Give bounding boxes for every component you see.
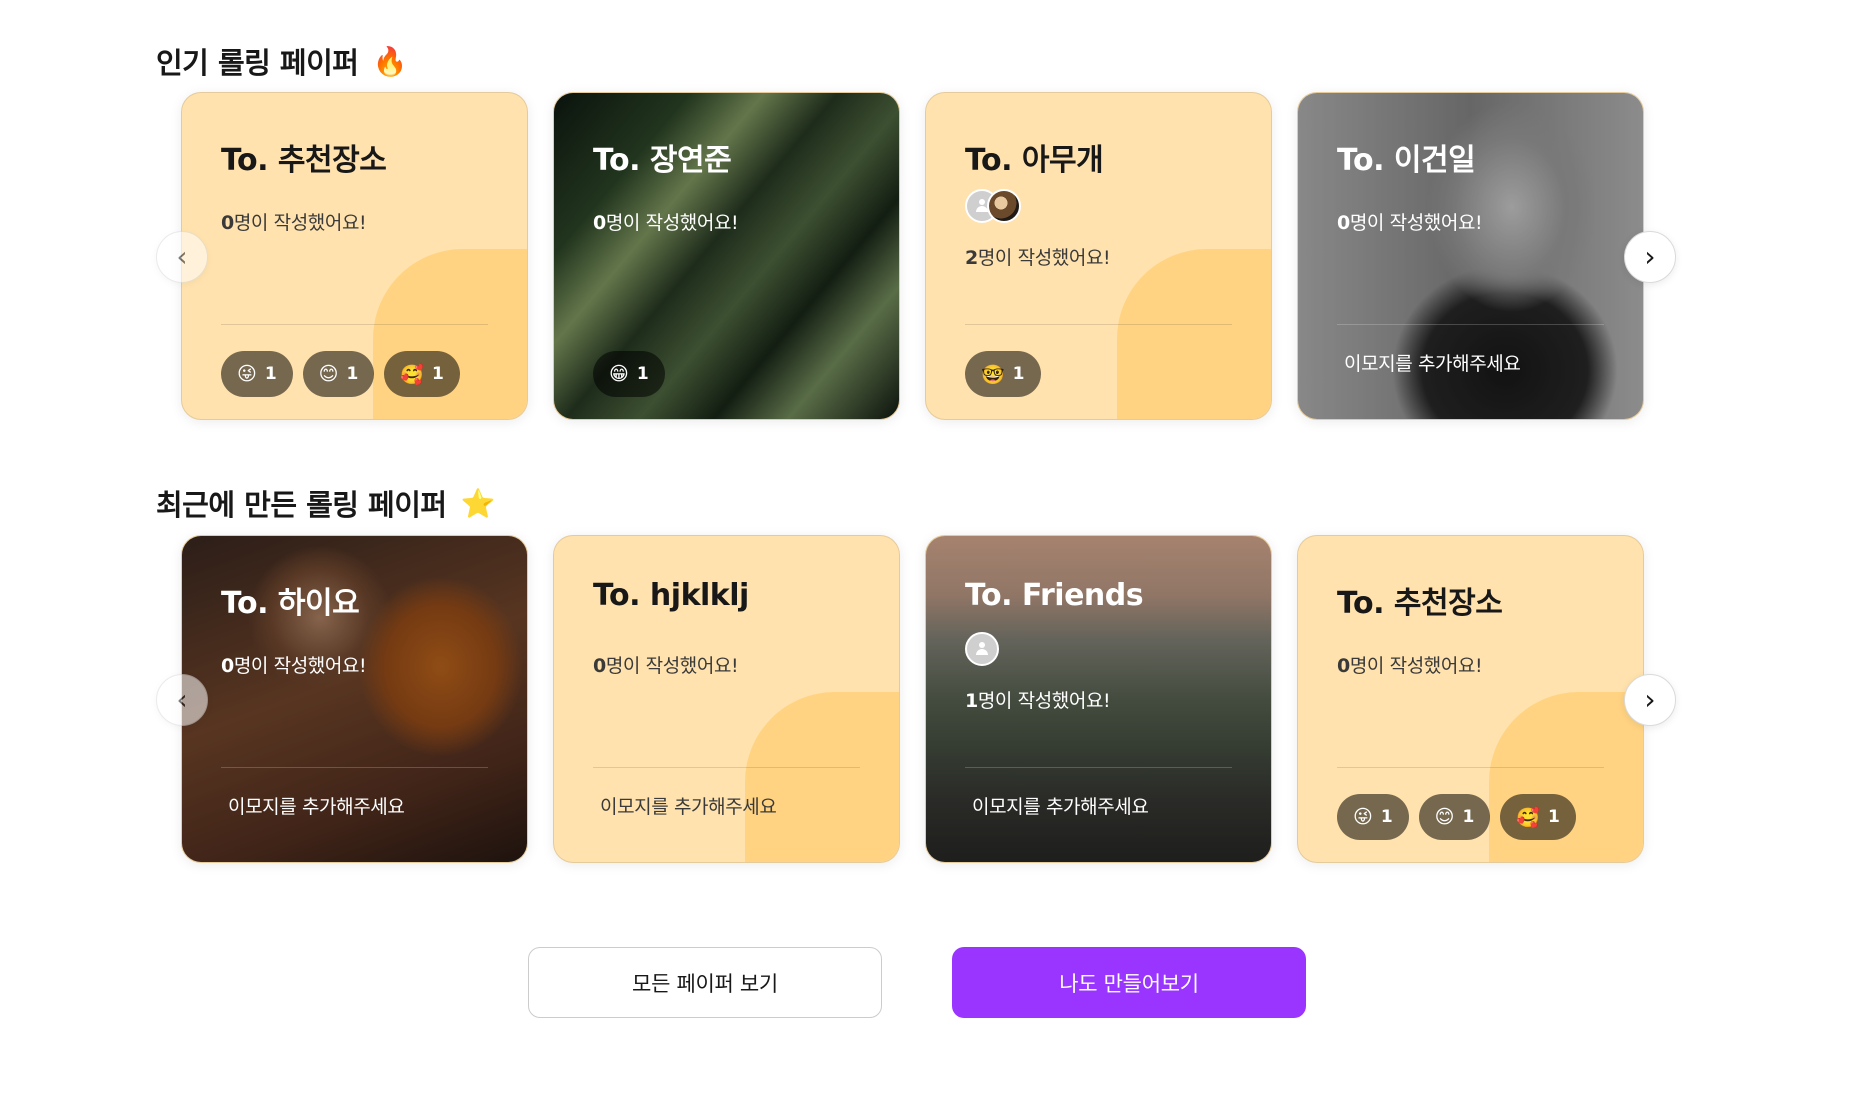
card-recipient: To. 추천장소 xyxy=(221,143,387,178)
recent-title-text: 최근에 만든 롤링 페이퍼 xyxy=(156,488,447,522)
reaction-badge: 😜 1 xyxy=(1337,794,1409,840)
paper-card[interactable]: To. 장연준 0명이 작성했어요! 😁 1 xyxy=(553,92,900,420)
emoji-icon: 😜 xyxy=(1353,806,1373,828)
paper-card[interactable]: To. Friends 1명이 작성했어요! 이모지를 추가해주세요 xyxy=(925,535,1272,863)
writer-count: 0명이 작성했어요! xyxy=(1337,655,1483,677)
chevron-right-icon: › xyxy=(1644,240,1656,273)
paper-card[interactable]: To. 추천장소 0명이 작성했어요! 😜 1 😊 1 🥰 1 xyxy=(181,92,528,420)
card-recipient: To. 하이요 xyxy=(221,586,360,621)
person-icon xyxy=(975,642,989,656)
chevron-right-icon: › xyxy=(1644,683,1656,716)
card-recipient: To. hjklklj xyxy=(593,578,749,613)
card-recipient: To. 추천장소 xyxy=(1337,586,1503,621)
writer-count: 0명이 작성했어요! xyxy=(221,212,367,234)
star-icon: ⭐ xyxy=(460,486,496,520)
card-recipient: To. 아무개 xyxy=(965,143,1104,178)
emoji-icon: 🥰 xyxy=(1516,806,1540,829)
popular-title-text: 인기 롤링 페이퍼 xyxy=(156,46,359,80)
recent-section-title: 최근에 만든 롤링 페이퍼 ⭐ xyxy=(156,482,495,524)
emoji-icon: 🥰 xyxy=(400,363,424,386)
card-divider xyxy=(593,767,860,768)
reaction-badge: 😜 1 xyxy=(221,351,293,397)
carousel-prev-button[interactable]: ‹ xyxy=(156,231,208,283)
popular-section-title: 인기 롤링 페이퍼 🔥 xyxy=(156,40,407,82)
avatar xyxy=(965,632,999,666)
writer-count: 0명이 작성했어요! xyxy=(593,655,739,677)
fire-icon: 🔥 xyxy=(372,44,407,78)
add-emoji-hint: 이모지를 추가해주세요 xyxy=(600,796,777,818)
card-divider xyxy=(965,767,1232,768)
writer-count: 1명이 작성했어요! xyxy=(965,690,1111,712)
reaction-badge: 😁 1 xyxy=(593,351,665,397)
reaction-list: 😁 1 xyxy=(593,351,665,397)
writer-count: 0명이 작성했어요! xyxy=(221,655,367,677)
reaction-badge: 🥰 1 xyxy=(1500,794,1576,840)
person-icon xyxy=(975,199,989,213)
card-divider xyxy=(1337,767,1604,768)
emoji-icon: 😁 xyxy=(609,363,629,385)
add-emoji-hint: 이모지를 추가해주세요 xyxy=(972,796,1149,818)
paper-card[interactable]: To. hjklklj 0명이 작성했어요! 이모지를 추가해주세요 xyxy=(553,535,900,863)
paper-card[interactable]: To. 하이요 0명이 작성했어요! 이모지를 추가해주세요 xyxy=(181,535,528,863)
popular-carousel: To. 추천장소 0명이 작성했어요! 😜 1 😊 1 🥰 1 To. 장연준 0명이… xyxy=(181,92,1644,420)
paper-card[interactable]: To. 아무개 2명이 작성했어요! 🤓 1 xyxy=(925,92,1272,420)
carousel-prev-button[interactable]: ‹ xyxy=(156,674,208,726)
reaction-list: 😜 1 😊 1 🥰 1 xyxy=(221,351,460,397)
card-divider xyxy=(1337,324,1604,325)
card-recipient: To. 이건일 xyxy=(1337,143,1476,178)
reaction-badge: 😊 1 xyxy=(302,351,375,397)
writer-avatars xyxy=(965,632,999,666)
emoji-icon: 🤓 xyxy=(981,363,1005,386)
chevron-left-icon: ‹ xyxy=(176,240,188,273)
add-emoji-hint: 이모지를 추가해주세요 xyxy=(1344,353,1521,375)
card-divider xyxy=(221,324,488,325)
reaction-list: 🤓 1 xyxy=(965,351,1041,397)
card-recipient: To. 장연준 xyxy=(593,143,732,178)
reaction-badge: 😊 1 xyxy=(1418,794,1491,840)
reaction-list: 😜 1 😊 1 🥰 1 xyxy=(1337,794,1576,840)
avatar xyxy=(987,189,1021,223)
create-paper-button[interactable]: 나도 만들어보기 xyxy=(952,947,1306,1018)
writer-count: 0명이 작성했어요! xyxy=(593,212,739,234)
carousel-next-button[interactable]: › xyxy=(1624,231,1676,283)
writer-count: 0명이 작성했어요! xyxy=(1337,212,1483,234)
card-divider xyxy=(221,767,488,768)
reaction-badge: 🥰 1 xyxy=(384,351,460,397)
carousel-next-button[interactable]: › xyxy=(1624,674,1676,726)
paper-card[interactable]: To. 추천장소 0명이 작성했어요! 😜 1 😊 1 🥰 1 xyxy=(1297,535,1644,863)
emoji-icon: 😜 xyxy=(237,363,257,385)
card-divider xyxy=(965,324,1232,325)
card-decoration xyxy=(1117,249,1271,419)
paper-card[interactable]: To. 이건일 0명이 작성했어요! 이모지를 추가해주세요 xyxy=(1297,92,1644,420)
view-all-papers-button[interactable]: 모든 페이퍼 보기 xyxy=(528,947,882,1018)
emoji-icon: 😊 xyxy=(318,363,339,385)
card-decoration xyxy=(745,692,899,862)
recent-carousel: To. 하이요 0명이 작성했어요! 이모지를 추가해주세요 To. hjklk… xyxy=(181,535,1644,863)
writer-avatars xyxy=(965,189,1021,223)
card-recipient: To. Friends xyxy=(965,578,1144,613)
add-emoji-hint: 이모지를 추가해주세요 xyxy=(228,796,405,818)
chevron-left-icon: ‹ xyxy=(176,683,188,716)
emoji-icon: 😊 xyxy=(1434,806,1455,828)
reaction-badge: 🤓 1 xyxy=(965,351,1041,397)
writer-count: 2명이 작성했어요! xyxy=(965,247,1111,269)
